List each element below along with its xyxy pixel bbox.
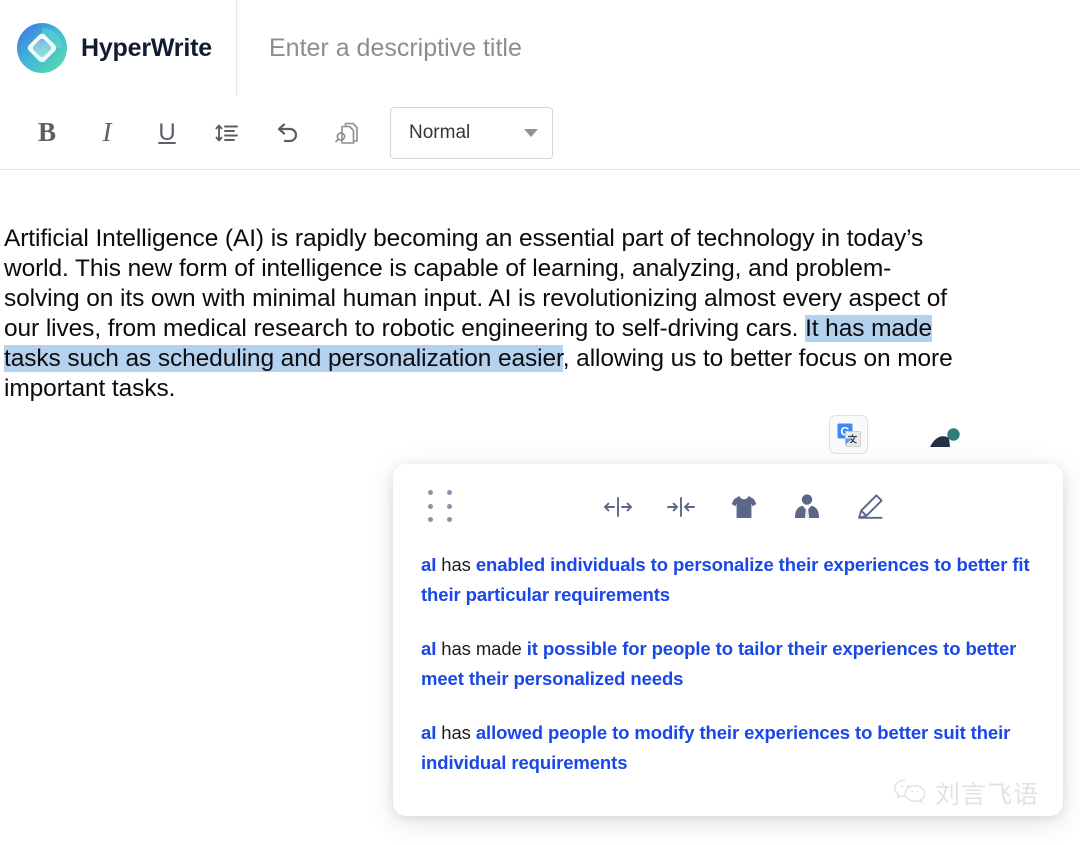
popup-toolbar bbox=[393, 464, 1063, 550]
brand-area: HyperWrite bbox=[0, 0, 237, 96]
suggestion-item[interactable]: aI has enabled individuals to personaliz… bbox=[421, 550, 1035, 610]
person-in-suit-icon[interactable] bbox=[788, 488, 826, 526]
google-translate-icon[interactable]: G bbox=[829, 415, 868, 454]
document-paragraph[interactable]: Artificial Intelligence (AI) is rapidly … bbox=[4, 224, 964, 404]
popup-action-buttons bbox=[599, 488, 889, 526]
mouse-cursor-icon bbox=[928, 428, 962, 452]
shorten-horizontal-icon[interactable] bbox=[662, 488, 700, 526]
app-header: HyperWrite bbox=[0, 0, 1080, 96]
document-title-input[interactable] bbox=[237, 0, 1080, 96]
tshirt-icon[interactable] bbox=[725, 488, 763, 526]
underline-button[interactable]: U bbox=[144, 110, 190, 156]
paragraph-style-select[interactable]: Normal bbox=[390, 106, 553, 159]
chevron-down-icon bbox=[524, 128, 538, 137]
suggestion-rewritten-text: enabled individuals to personalize their… bbox=[421, 554, 1030, 605]
expand-horizontal-icon[interactable] bbox=[599, 488, 637, 526]
suggestion-lead: aI bbox=[421, 638, 437, 659]
line-spacing-icon[interactable] bbox=[204, 110, 250, 156]
undo-icon[interactable] bbox=[264, 110, 310, 156]
hyperwrite-app-window: HyperWrite B I U bbox=[0, 0, 1080, 845]
italic-button[interactable]: I bbox=[84, 110, 130, 156]
rewrite-suggestions-popup: aI has enabled individuals to personaliz… bbox=[393, 464, 1063, 816]
bold-button[interactable]: B bbox=[24, 110, 70, 156]
formatting-toolbar: B I U Normal bbox=[0, 96, 1080, 170]
suggestion-rewritten-text: allowed people to modify their experienc… bbox=[421, 722, 1011, 773]
suggestion-item[interactable]: aI has allowed people to modify their ex… bbox=[421, 718, 1035, 778]
pencil-edit-icon[interactable] bbox=[851, 488, 889, 526]
suggestion-item[interactable]: aI has made it possible for people to ta… bbox=[421, 634, 1035, 694]
suggestion-lead: aI bbox=[421, 554, 437, 575]
hyperwrite-logo-icon bbox=[16, 22, 68, 74]
find-in-document-icon[interactable] bbox=[324, 110, 370, 156]
paragraph-style-value: Normal bbox=[409, 121, 471, 143]
suggestion-lead: aI bbox=[421, 722, 437, 743]
document-editor-area[interactable]: Artificial Intelligence (AI) is rapidly … bbox=[0, 170, 1080, 404]
suggestions-list: aI has enabled individuals to personaliz… bbox=[393, 550, 1063, 778]
suggestion-unchanged-text: has bbox=[436, 554, 476, 575]
suggestion-unchanged-text: has made bbox=[436, 638, 527, 659]
drag-handle-dots-icon[interactable] bbox=[428, 490, 454, 524]
suggestion-unchanged-text: has bbox=[436, 722, 476, 743]
brand-name: HyperWrite bbox=[81, 33, 212, 62]
